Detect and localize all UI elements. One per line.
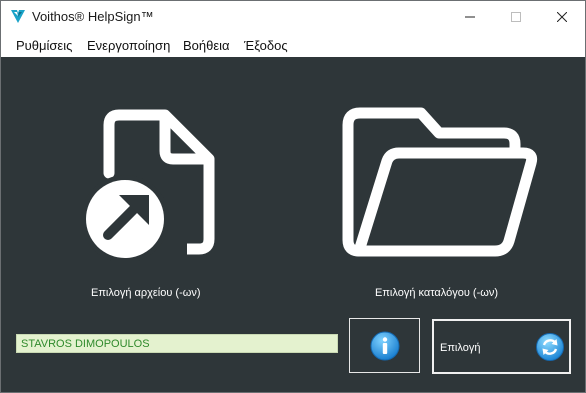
signer-name-field[interactable]: STAVROS DIMOPOULOS: [16, 334, 338, 353]
select-button[interactable]: Επιλογή: [432, 319, 571, 374]
menu-help[interactable]: Βοήθεια: [183, 38, 230, 53]
select-button-label: Επιλογή: [440, 342, 481, 354]
file-caption[interactable]: Επιλογή αρχείου (-ων): [91, 287, 201, 299]
app-window: Voithos® HelpSign™ Ρυθμίσεις Ενεργοποίησ…: [0, 0, 586, 393]
minimize-icon: [465, 16, 475, 17]
title-bar: Voithos® HelpSign™: [1, 1, 585, 32]
voithos-logo-icon: [11, 10, 25, 23]
menu-settings[interactable]: Ρυθμίσεις: [16, 38, 72, 53]
info-button[interactable]: [349, 318, 420, 373]
close-icon: [557, 11, 567, 22]
menu-exit[interactable]: Έξοδος: [244, 38, 288, 53]
maximize-button[interactable]: [493, 1, 539, 32]
folder-icon[interactable]: [339, 103, 539, 259]
menu-bar: Ρυθμίσεις Ενεργοποίηση Βοήθεια Έξοδος: [1, 32, 585, 57]
folder-caption[interactable]: Επιλογή καταλόγου (-ων): [375, 287, 498, 299]
window-title: Voithos® HelpSign™: [32, 9, 154, 24]
refresh-icon: [536, 333, 564, 361]
info-icon: [370, 331, 399, 360]
minimize-button[interactable]: [447, 1, 493, 32]
file-open-icon[interactable]: [79, 101, 223, 261]
close-button[interactable]: [539, 1, 585, 32]
menu-activation[interactable]: Ενεργοποίηση: [87, 38, 170, 53]
maximize-icon: [511, 11, 521, 22]
